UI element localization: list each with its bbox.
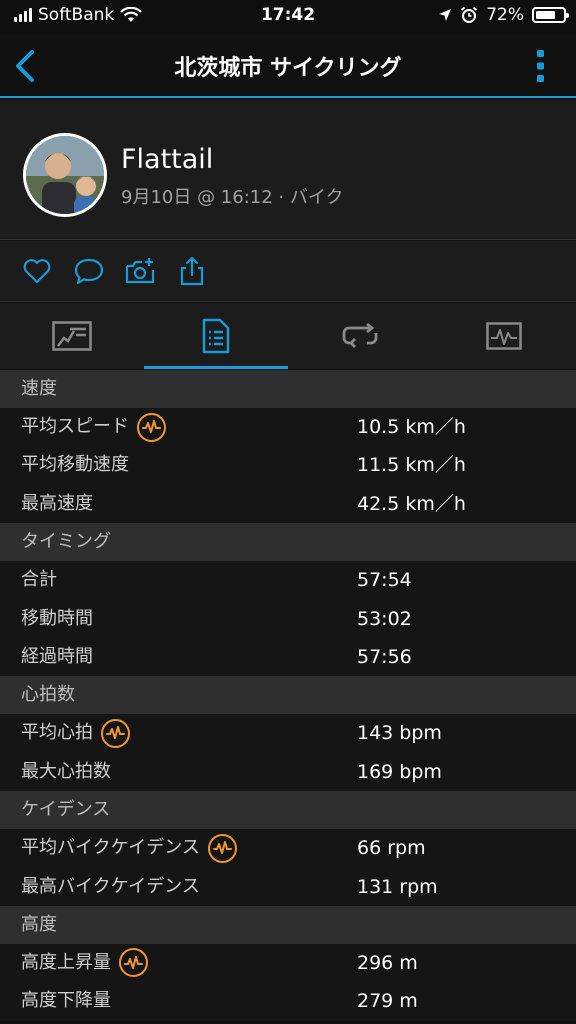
stat-row: 平均バイクケイデンス 66 rpm — [0, 829, 576, 868]
chart-icon — [486, 322, 522, 350]
location-arrow-icon — [439, 9, 452, 21]
stat-value: 296 m — [357, 951, 418, 974]
tab-charts[interactable] — [432, 303, 576, 369]
battery-percent: 72% — [486, 5, 524, 25]
stats-list-icon — [202, 318, 230, 354]
heart-rate-icon[interactable] — [119, 948, 148, 978]
tab-laps[interactable] — [288, 303, 432, 369]
stat-value: 169 bpm — [357, 760, 442, 783]
comment-icon[interactable] — [73, 255, 105, 287]
avatar-photo — [26, 136, 104, 214]
stat-row: 移動時間 53:02 — [0, 599, 576, 638]
action-bar — [0, 241, 576, 302]
stat-value: 143 bpm — [357, 722, 442, 745]
alarm-icon — [461, 6, 478, 23]
stat-row: 経過時間 57:56 — [0, 637, 576, 677]
section-header: 心拍数 — [0, 676, 576, 715]
stat-label: 移動時間 — [21, 607, 93, 629]
heart-rate-icon[interactable] — [137, 412, 166, 442]
section-header: タイミング — [0, 523, 576, 562]
battery-icon — [532, 7, 569, 23]
heart-rate-icon[interactable] — [207, 833, 237, 863]
share-icon[interactable] — [176, 255, 208, 287]
back-chevron-icon[interactable] — [8, 44, 42, 88]
stat-row: 高度上昇量 296 m — [0, 943, 576, 983]
stat-value: 42.5 km／h — [357, 492, 466, 515]
add-photo-icon[interactable] — [124, 255, 156, 287]
stat-row: 最高バイクケイデンス 131 rpm — [0, 867, 576, 906]
stat-label: 平均移動速度 — [21, 454, 129, 476]
stat-row: 平均移動速度 11.5 km／h — [0, 446, 576, 485]
more-vertical-icon[interactable] — [536, 48, 546, 84]
overview-icon — [52, 321, 92, 351]
laps-icon — [342, 323, 378, 348]
section-header: 速度 — [0, 370, 576, 408]
stat-row: 合計 57:54 — [0, 561, 576, 600]
stat-value: 57:54 — [357, 569, 412, 592]
stat-label: 経過時間 — [21, 645, 93, 667]
stat-value: 10.5 km／h — [357, 416, 466, 438]
stat-label: 最高速度 — [21, 492, 93, 514]
stat-value: 66 rpm — [357, 837, 426, 860]
stat-label: 合計 — [21, 569, 57, 591]
stat-label: 平均バイクケイデンス — [21, 837, 200, 859]
stat-label: 最大心拍数 — [21, 760, 111, 782]
stat-row: 平均スピード 10.5 km／h — [0, 408, 576, 447]
activity-meta: 9月10日 @ 16:12 · バイク — [121, 187, 344, 208]
nav-bar: 北茨城市 サイクリング — [0, 34, 576, 98]
avatar[interactable] — [23, 133, 107, 217]
section-header: 高度 — [0, 905, 576, 944]
tab-stats[interactable] — [144, 303, 288, 369]
stat-row: 高度下降量 279 m — [0, 982, 576, 1021]
heart-rate-icon[interactable] — [101, 718, 130, 748]
stat-value: 279 m — [357, 990, 418, 1013]
stats-list: 速度平均スピード 10.5 km／h 平均移動速度 11.5 km／h 最高速度 42.5… — [0, 370, 576, 1021]
tab-bar — [0, 303, 576, 369]
stat-row: 最高速度 42.5 km／h — [0, 484, 576, 524]
stat-label: 最高バイクケイデンス — [21, 875, 200, 897]
stat-label: 平均心拍 — [21, 722, 93, 744]
stat-value: 53:02 — [357, 607, 412, 630]
stat-label: 高度下降量 — [21, 990, 111, 1012]
stat-value: 57:56 — [357, 645, 412, 668]
stat-value: 131 rpm — [357, 875, 438, 898]
activity-header: Flattail 9月10日 @ 16:12 · バイク — [0, 100, 576, 240]
user-name[interactable]: Flattail — [121, 144, 213, 175]
heart-icon[interactable] — [21, 255, 53, 287]
stat-row: 平均心拍 143 bpm — [0, 714, 576, 753]
section-header: ケイデンス — [0, 791, 576, 830]
stat-row: 最大心拍数 169 bpm — [0, 752, 576, 792]
page-title: 北茨城市 サイクリング — [174, 56, 402, 81]
stat-label: 高度上昇量 — [21, 951, 111, 973]
stat-label: 平均スピード — [21, 416, 129, 437]
tab-overview[interactable] — [0, 303, 144, 369]
stat-value: 11.5 km／h — [357, 454, 466, 477]
status-bar: SoftBank 17:42 72% — [0, 0, 576, 34]
